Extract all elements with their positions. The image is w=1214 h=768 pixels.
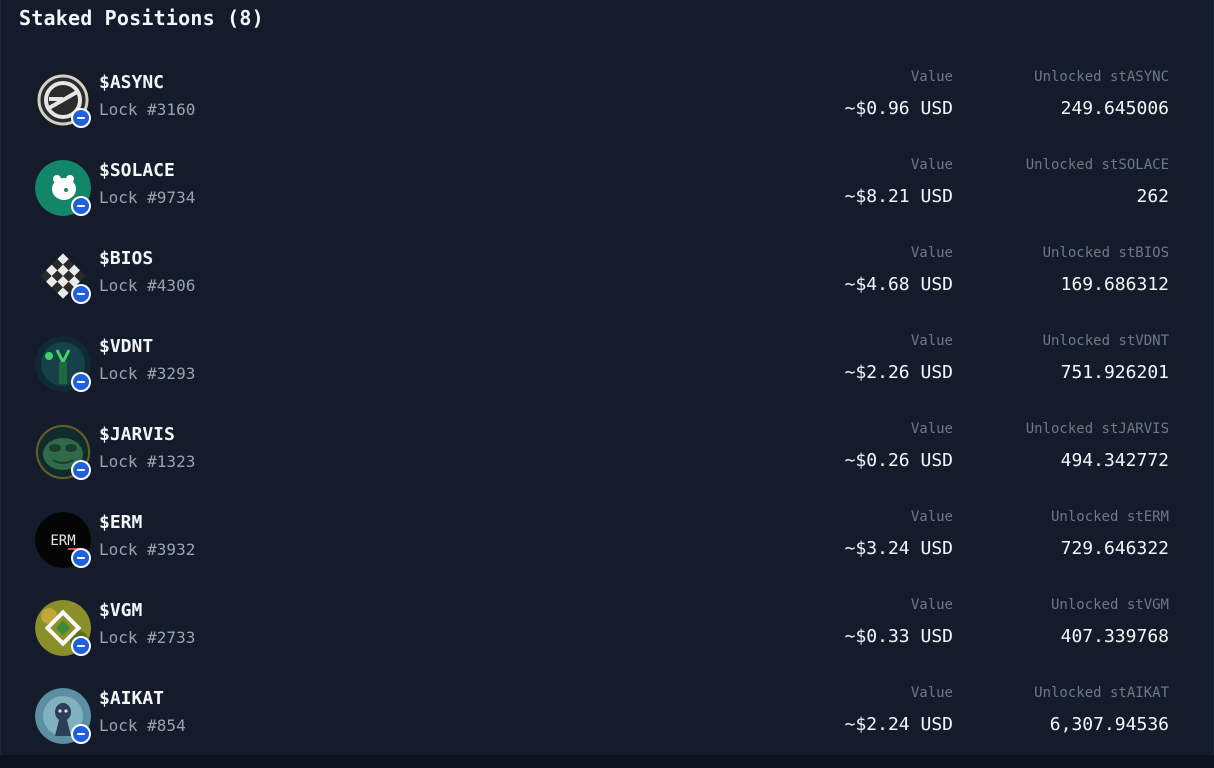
unlocked-amount: 729.646322 <box>1060 538 1169 559</box>
position-row[interactable]: $VDNT Lock #3293 Value ~$2.26 USD Unlock… <box>1 328 1214 416</box>
value-label: Value <box>910 597 953 613</box>
base-chain-badge-icon <box>71 460 91 480</box>
unlocked-amount: 262 <box>1136 186 1169 207</box>
value-amount: ~$0.33 USD <box>844 626 953 647</box>
unlocked-label: Unlocked stAIKAT <box>1034 685 1169 701</box>
token-avatar <box>35 72 91 128</box>
unlocked-amount: 407.339768 <box>1060 626 1169 647</box>
value-label: Value <box>910 245 953 261</box>
unlocked-label: Unlocked stBIOS <box>1042 245 1169 261</box>
base-chain-badge-icon <box>71 548 91 568</box>
token-avatar <box>35 248 91 304</box>
unlocked-label: Unlocked stSOLACE <box>1025 157 1169 173</box>
token-ticker: $SOLACE <box>99 160 175 181</box>
token-avatar <box>35 688 91 744</box>
position-row[interactable]: $VGM Lock #2733 Value ~$0.33 USD Unlocke… <box>1 592 1214 680</box>
unlocked-amount: 6,307.94536 <box>1049 714 1169 735</box>
position-row[interactable]: $ASYNC Lock #3160 Value ~$0.96 USD Unloc… <box>1 64 1214 152</box>
value-label: Value <box>910 157 953 173</box>
value-amount: ~$2.24 USD <box>844 714 953 735</box>
lock-id: Lock #3293 <box>99 364 196 383</box>
token-avatar <box>35 160 91 216</box>
value-label: Value <box>910 685 953 701</box>
page-title: Staked Positions (8) <box>19 6 264 30</box>
lock-id: Lock #3160 <box>99 100 196 119</box>
lock-id: Lock #4306 <box>99 276 196 295</box>
token-ticker: $ERM <box>99 512 143 533</box>
token-avatar: ERM <box>35 512 91 568</box>
token-ticker: $VDNT <box>99 336 154 357</box>
unlocked-label: Unlocked stVDNT <box>1042 333 1169 349</box>
unlocked-label: Unlocked stJARVIS <box>1025 421 1169 437</box>
token-ticker: $VGM <box>99 600 143 621</box>
lock-id: Lock #3932 <box>99 540 196 559</box>
staked-positions-panel: Staked Positions (8) $ASYNC Lock #3160 V… <box>0 0 1214 755</box>
unlocked-amount: 249.645006 <box>1060 98 1169 119</box>
value-amount: ~$8.21 USD <box>844 186 953 207</box>
token-avatar <box>35 336 91 392</box>
position-row[interactable]: $JARVIS Lock #1323 Value ~$0.26 USD Unlo… <box>1 416 1214 504</box>
position-row[interactable]: $SOLACE Lock #9734 Value ~$8.21 USD Unlo… <box>1 152 1214 240</box>
lock-id: Lock #9734 <box>99 188 196 207</box>
value-amount: ~$4.68 USD <box>844 274 953 295</box>
value-amount: ~$0.26 USD <box>844 450 953 471</box>
lock-id: Lock #2733 <box>99 628 196 647</box>
token-avatar <box>35 600 91 656</box>
value-amount: ~$2.26 USD <box>844 362 953 383</box>
token-avatar <box>35 424 91 480</box>
unlocked-amount: 494.342772 <box>1060 450 1169 471</box>
value-amount: ~$3.24 USD <box>844 538 953 559</box>
unlocked-label: Unlocked stVGM <box>1050 597 1169 613</box>
lock-id: Lock #1323 <box>99 452 196 471</box>
lock-id: Lock #854 <box>99 716 186 735</box>
base-chain-badge-icon <box>71 724 91 744</box>
position-row[interactable]: ERM $ERM Lock #3932 Value ~$3.24 USD Unl… <box>1 504 1214 592</box>
value-label: Value <box>910 421 953 437</box>
svg-text:ERM: ERM <box>50 533 75 549</box>
base-chain-badge-icon <box>71 372 91 392</box>
unlocked-amount: 169.686312 <box>1060 274 1169 295</box>
token-ticker: $AIKAT <box>99 688 165 709</box>
base-chain-badge-icon <box>71 284 91 304</box>
unlocked-label: Unlocked stERM <box>1050 509 1169 525</box>
value-label: Value <box>910 333 953 349</box>
unlocked-amount: 751.926201 <box>1060 362 1169 383</box>
token-ticker: $JARVIS <box>99 424 175 445</box>
unlocked-label: Unlocked stASYNC <box>1034 69 1169 85</box>
position-row[interactable]: $BIOS Lock #4306 Value ~$4.68 USD Unlock… <box>1 240 1214 328</box>
base-chain-badge-icon <box>71 636 91 656</box>
token-ticker: $BIOS <box>99 248 154 269</box>
token-ticker: $ASYNC <box>99 72 165 93</box>
base-chain-badge-icon <box>71 108 91 128</box>
value-amount: ~$0.96 USD <box>844 98 953 119</box>
value-label: Value <box>910 69 953 85</box>
value-label: Value <box>910 509 953 525</box>
base-chain-badge-icon <box>71 196 91 216</box>
